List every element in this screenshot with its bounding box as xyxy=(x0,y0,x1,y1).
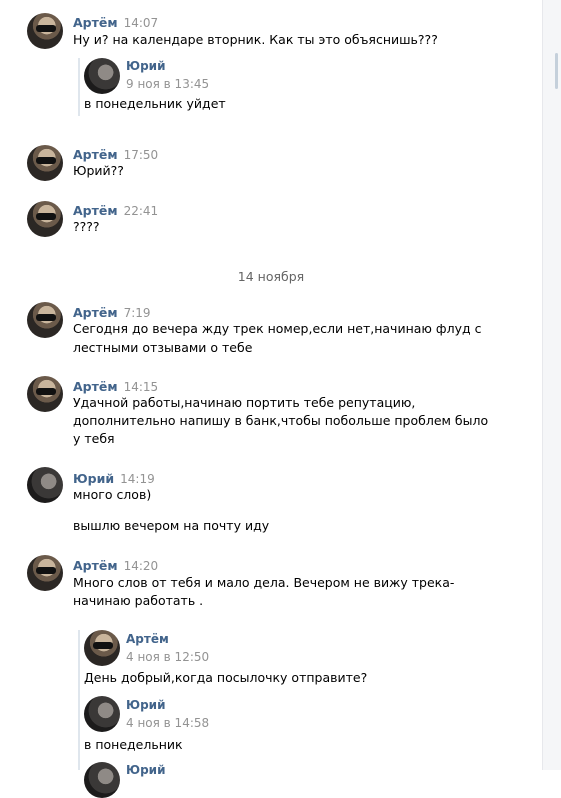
message-text: дополнительно напишу в банк,чтобы поболь… xyxy=(73,413,489,428)
author-name[interactable]: Артём 22:41 xyxy=(73,203,158,218)
forward-text: в понедельник xyxy=(84,737,183,752)
forward-date[interactable]: 4 ноя в 12:50 xyxy=(126,650,209,664)
date-separator: 14 ноября xyxy=(237,269,305,284)
message-text: вышлю вечером на почту иду xyxy=(73,518,270,533)
avatar[interactable] xyxy=(27,145,63,181)
message-text: Сегодня до вечера жду трек номер,если не… xyxy=(73,321,482,336)
author-name[interactable]: Юрий 14:19 xyxy=(73,471,155,486)
message-text: Удачной работы,начинаю портить тебе репу… xyxy=(73,395,416,410)
message-time: 14:07 xyxy=(123,16,159,30)
message-time: 14:19 xyxy=(120,472,155,486)
avatar[interactable] xyxy=(27,555,63,591)
message-time: 22:41 xyxy=(123,204,159,218)
forward-text: День добрый,когда посылочку отправите? xyxy=(84,670,368,685)
message-text: у тебя xyxy=(73,431,115,446)
author-name[interactable]: Артём 14:20 xyxy=(73,558,158,573)
forward-quote-bar xyxy=(78,58,80,116)
author-name[interactable]: Артём 7:19 xyxy=(73,305,151,320)
message-time: 14:20 xyxy=(123,559,159,573)
message-text: Ну и? на календаре вторник. Как ты это о… xyxy=(73,32,438,47)
message-text: начинаю работать . xyxy=(73,593,204,608)
message-text: много слов) xyxy=(73,487,152,502)
message-text: Много слов от тебя и мало дела. Вечером … xyxy=(73,575,455,590)
avatar[interactable] xyxy=(27,467,63,503)
avatar[interactable] xyxy=(84,58,120,94)
avatar[interactable] xyxy=(27,13,63,49)
forward-author[interactable]: Юрий xyxy=(126,763,166,777)
forward-date[interactable]: 4 ноя в 14:58 xyxy=(126,716,209,730)
message-text: Юрий?? xyxy=(73,163,124,178)
scrollbar-thumb[interactable] xyxy=(555,53,558,89)
avatar[interactable] xyxy=(27,376,63,412)
forward-text: в понедельник уйдет xyxy=(84,96,226,111)
avatar[interactable] xyxy=(84,696,120,732)
message-text: лестными отзывами о тебе xyxy=(73,340,253,355)
message-time: 17:50 xyxy=(123,148,159,162)
author-name[interactable]: Артём 14:15 xyxy=(73,379,158,394)
avatar[interactable] xyxy=(27,302,63,338)
chat-history: Артём 14:07 Ну и? на календаре вторник. К… xyxy=(0,0,542,798)
forward-author[interactable]: Юрий xyxy=(126,59,166,73)
author-name[interactable]: Артём 14:07 xyxy=(73,15,158,30)
author-name[interactable]: Артём 17:50 xyxy=(73,147,158,162)
forward-date[interactable]: 9 ноя в 13:45 xyxy=(126,77,209,91)
message-time: 14:15 xyxy=(123,380,159,394)
avatar[interactable] xyxy=(84,630,120,666)
avatar[interactable] xyxy=(84,762,120,798)
message-time: 7:19 xyxy=(123,306,151,320)
right-panel-edge xyxy=(542,0,561,770)
avatar[interactable] xyxy=(27,201,63,237)
forward-author[interactable]: Юрий xyxy=(126,698,166,712)
message-text: ???? xyxy=(73,219,100,234)
forward-author[interactable]: Артём xyxy=(126,632,169,646)
forward-quote-bar xyxy=(78,630,80,770)
